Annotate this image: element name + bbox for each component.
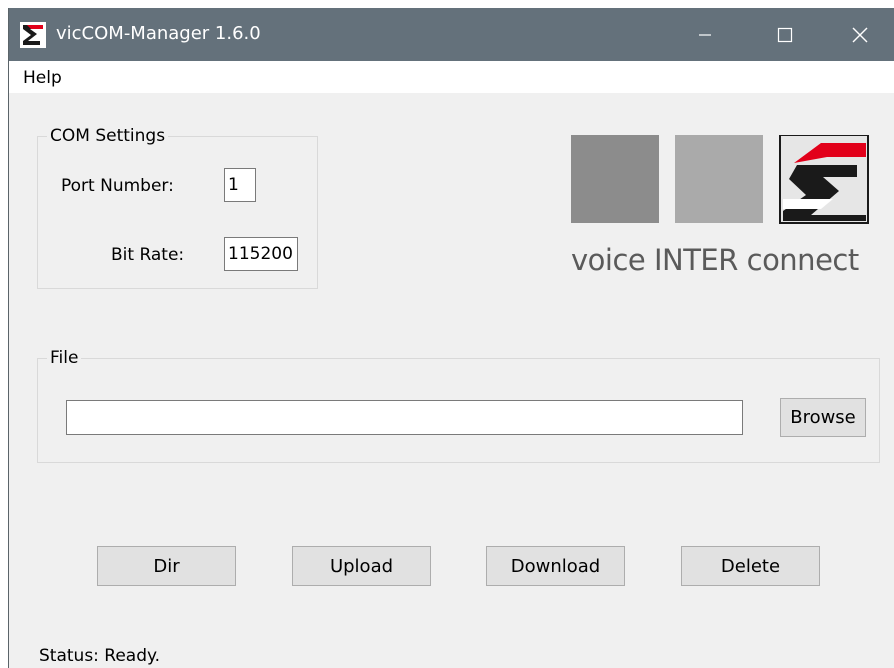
vic-logo: voice INTER connect bbox=[571, 134, 881, 285]
upload-button[interactable]: Upload bbox=[292, 546, 431, 586]
menu-help[interactable]: Help bbox=[23, 67, 62, 89]
logo-graphic bbox=[571, 134, 869, 224]
delete-button[interactable]: Delete bbox=[681, 546, 820, 586]
dir-button[interactable]: Dir bbox=[97, 546, 236, 586]
close-icon bbox=[852, 27, 868, 42]
bit-rate-input[interactable] bbox=[224, 237, 298, 271]
close-button[interactable] bbox=[825, 8, 894, 61]
menu-bar: Help bbox=[9, 61, 894, 93]
logo-text: voice INTER connect bbox=[571, 243, 859, 277]
minimize-button[interactable] bbox=[665, 8, 745, 61]
app-window: vicCOM-Manager 1.6.0 Help COM Settings P… bbox=[8, 8, 894, 668]
port-number-input[interactable] bbox=[224, 168, 256, 202]
maximize-icon bbox=[777, 27, 793, 42]
bit-rate-label: Bit Rate: bbox=[111, 245, 185, 265]
status-text: Status: Ready. bbox=[39, 646, 161, 666]
vic-logo-icon[interactable] bbox=[20, 22, 46, 48]
port-number-label: Port Number: bbox=[61, 176, 174, 196]
maximize-button[interactable] bbox=[745, 8, 825, 61]
window-title: vicCOM-Manager 1.6.0 bbox=[56, 23, 261, 44]
download-button[interactable]: Download bbox=[486, 546, 625, 586]
title-bar[interactable]: vicCOM-Manager 1.6.0 bbox=[9, 8, 894, 61]
file-caption: File bbox=[47, 348, 82, 368]
file-path-input[interactable] bbox=[66, 400, 743, 435]
minimize-icon bbox=[699, 33, 711, 36]
browse-button[interactable]: Browse bbox=[780, 398, 866, 437]
com-settings-caption: COM Settings bbox=[47, 126, 169, 146]
